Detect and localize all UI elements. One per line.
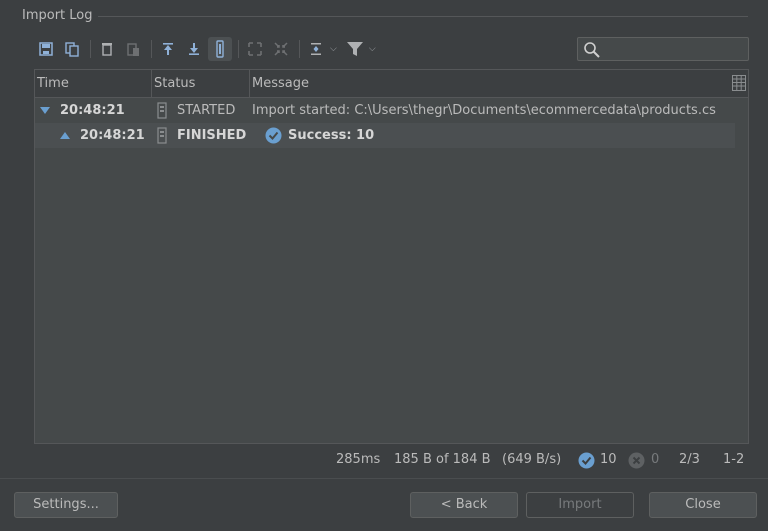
- page-indicator: 2/3: [679, 452, 700, 467]
- settings-button[interactable]: Settings...: [14, 492, 118, 518]
- expand-all-icon: [248, 42, 262, 56]
- log-level-icon: [157, 102, 167, 119]
- expand-all-button[interactable]: [243, 37, 267, 61]
- column-header-message[interactable]: Message: [250, 70, 735, 98]
- toolbar-separator: [90, 40, 91, 58]
- search-icon: [584, 42, 600, 58]
- error-icon: [628, 452, 645, 469]
- scroll-top-button[interactable]: [156, 37, 180, 61]
- search-field[interactable]: [577, 37, 749, 61]
- copy-icon: [65, 42, 79, 57]
- toolbar-separator: [238, 40, 239, 58]
- copy-button[interactable]: [60, 37, 84, 61]
- message-cell: Import started: C:\Users\thegr\Documents…: [252, 103, 716, 118]
- paste-icon: [127, 43, 139, 56]
- collapse-all-icon: [274, 42, 288, 56]
- collapse-all-button[interactable]: [269, 37, 293, 61]
- import-log-title: Import Log: [22, 8, 93, 23]
- clear-icon: [102, 43, 112, 56]
- transfer-rate: (649 B/s): [502, 452, 562, 467]
- row-range: 1-2: [723, 452, 745, 467]
- log-toolbar: ⌵ ⌵: [34, 36, 394, 62]
- import-button[interactable]: Import: [526, 492, 634, 518]
- scroll-bottom-icon: [189, 43, 199, 55]
- filter-icon: [346, 42, 363, 56]
- scroll-bottom-button[interactable]: [182, 37, 206, 61]
- footer-divider: [0, 478, 768, 479]
- align-dropdown-button[interactable]: [304, 37, 328, 61]
- align-icon: [311, 43, 321, 55]
- column-header-status[interactable]: Status: [152, 70, 250, 98]
- log-table: Time Status Message 20:48:21 STARTED Imp…: [34, 69, 749, 444]
- check-circle-icon: [265, 127, 282, 144]
- toolbar-separator: [151, 40, 152, 58]
- table-row[interactable]: 20:48:21 STARTED Import started: C:\User…: [35, 98, 735, 123]
- error-count: 0: [651, 452, 660, 467]
- save-button[interactable]: [34, 37, 58, 61]
- status-cell: STARTED: [177, 103, 236, 118]
- scroll-top-icon: [163, 43, 173, 55]
- bytes-read: 185 B of 184 B: [394, 452, 491, 467]
- success-count: 10: [600, 452, 617, 467]
- clear-button[interactable]: [95, 37, 119, 61]
- table-header: Time Status Message: [35, 70, 748, 98]
- log-level-icon: [157, 127, 167, 144]
- search-input[interactable]: [602, 38, 742, 60]
- column-chooser-icon[interactable]: [732, 74, 746, 92]
- elapsed-time: 285ms: [336, 452, 381, 467]
- group-divider: [98, 16, 748, 17]
- paste-button[interactable]: [121, 37, 145, 61]
- status-cell: FINISHED: [177, 128, 247, 143]
- column-header-time[interactable]: Time: [35, 70, 152, 98]
- table-row[interactable]: 20:48:21 FINISHED Success: 10: [35, 123, 735, 148]
- message-cell: Success: 10: [288, 128, 375, 143]
- save-icon: [39, 42, 53, 56]
- triangle-up-icon: [60, 132, 70, 139]
- autoscroll-toggle[interactable]: [208, 37, 232, 61]
- back-button[interactable]: < Back: [410, 492, 518, 518]
- chevron-down-icon[interactable]: ⌵: [369, 44, 376, 54]
- triangle-down-icon[interactable]: [40, 107, 50, 115]
- success-icon: [578, 452, 595, 469]
- time-cell: 20:48:21: [60, 103, 125, 118]
- chevron-down-icon[interactable]: ⌵: [330, 44, 337, 54]
- time-cell: 20:48:21: [80, 128, 145, 143]
- filter-dropdown-button[interactable]: [343, 37, 367, 61]
- close-button[interactable]: Close: [649, 492, 757, 518]
- toolbar-separator: [299, 40, 300, 58]
- autoscroll-icon: [216, 40, 224, 58]
